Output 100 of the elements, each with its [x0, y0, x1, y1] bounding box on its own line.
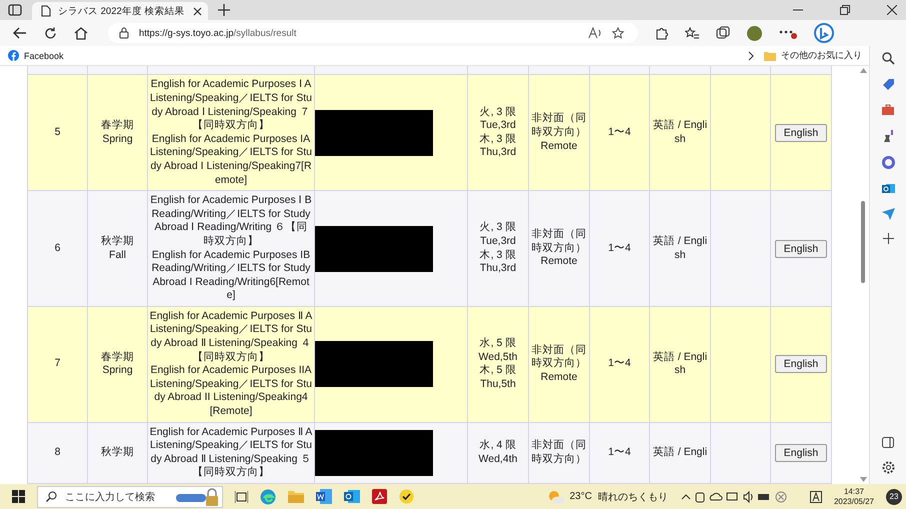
taskbar-search-field[interactable]: ここに入力して検索	[37, 486, 223, 508]
weather-text: 晴れのちくもり	[598, 490, 668, 504]
class-period: Wed,5th	[478, 350, 518, 364]
term-text: 春学期	[101, 350, 134, 364]
course-title: English for Academic Purposes Ⅱ A Listening/Speaking／IELTS for Study Abroad Ⅱ Listening/Speaking ４【同時双方向】	[149, 310, 313, 364]
english-button[interactable]: English	[774, 240, 828, 258]
year-range: 1〜4	[608, 357, 631, 372]
input-mode-icon[interactable]	[810, 490, 822, 502]
close-icon[interactable]	[887, 5, 897, 15]
search-icon[interactable]	[882, 52, 894, 65]
class-period: Wed,4th	[478, 452, 518, 466]
padlock-icon	[176, 488, 220, 506]
year-range: 1〜4	[608, 446, 631, 460]
outlook-icon[interactable]	[882, 182, 894, 195]
class-period: Thu,3rd	[480, 262, 516, 276]
row-number: 5	[54, 126, 60, 140]
row-number: 8	[54, 446, 60, 460]
checkmark-icon[interactable]	[399, 489, 414, 504]
sidebar-toggle-icon[interactable]	[882, 437, 894, 448]
globe-icon	[8, 50, 19, 61]
back-icon[interactable]	[13, 27, 27, 39]
scroll-down-icon[interactable]	[860, 477, 867, 482]
word-icon[interactable]	[316, 489, 332, 504]
assistant-icon[interactable]	[814, 23, 834, 43]
address-field[interactable]: https://g-sys.toyo.ac.jp/syllabus/result	[108, 23, 638, 43]
language-text: 英語 / English	[652, 234, 708, 262]
taskbar-clock[interactable]: 14:37 2023/05/27	[834, 486, 874, 506]
language-text: 英語 / Engli	[652, 446, 708, 460]
class-period: 木, 5 限	[480, 364, 516, 378]
class-mode-english: Remote	[540, 371, 578, 385]
acrobat-icon[interactable]	[372, 489, 387, 504]
course-title: English for Academic Purposes Ⅰ B Reading/Writing／IELTS for Study Abroad Ⅰ Reading/Writing ６【同時双方向】	[149, 194, 313, 248]
tab-actions-icon[interactable]	[8, 4, 22, 16]
read-aloud-icon[interactable]	[588, 27, 602, 39]
favorites-folder[interactable]: その他のお気に入り	[762, 47, 864, 64]
language-text: 英語 / English	[652, 350, 708, 378]
class-mode: 非対面（同時双方向）	[531, 439, 587, 466]
row-number: 7	[54, 357, 60, 372]
class-period: 水, 5 限	[480, 337, 516, 351]
language-text: 英語 / English	[652, 119, 708, 146]
class-period: Tue,3rd	[480, 234, 516, 248]
term-text: Spring	[102, 364, 133, 378]
send-icon[interactable]	[882, 208, 894, 220]
windows-icon[interactable]	[12, 490, 25, 503]
star-plus-icon[interactable]	[612, 26, 626, 40]
notification-button[interactable]: 23	[886, 488, 902, 504]
toolbox-icon[interactable]	[881, 104, 895, 116]
settings-icon[interactable]	[882, 461, 894, 474]
chevron-icon[interactable]	[748, 50, 754, 60]
favorites-icon[interactable]	[685, 26, 699, 40]
new-tab-icon[interactable]	[218, 4, 230, 16]
english-button[interactable]: English	[774, 355, 828, 374]
class-period: 木, 3 限	[480, 132, 516, 146]
class-period: Tue,3rd	[480, 119, 516, 133]
year-range: 1〜4	[608, 242, 631, 256]
outlook-icon[interactable]	[344, 489, 360, 504]
class-mode: 非対面（同時双方向）	[531, 344, 587, 372]
tag-icon[interactable]	[882, 78, 894, 91]
class-period: Thu,3rd	[480, 146, 516, 160]
class-period: 水, 4 限	[480, 439, 516, 453]
sun-cloud-icon	[548, 490, 564, 504]
term-text: 秋学期	[101, 234, 134, 248]
scrollbar-thumb[interactable]	[861, 201, 866, 283]
refresh-icon[interactable]	[44, 26, 57, 40]
class-mode-english: Remote	[540, 255, 578, 269]
home-icon[interactable]	[74, 26, 88, 40]
term-text: Spring	[102, 132, 133, 146]
class-period: 火, 3 限	[480, 106, 516, 120]
restore-icon[interactable]	[840, 5, 850, 15]
lock-icon	[119, 27, 129, 39]
close-icon[interactable]	[193, 6, 202, 16]
browser-tab[interactable]: シラバス 2022年度 検索結果	[32, 2, 208, 20]
course-title-english: English for Academic Purposes IIA Listening/Speaking／IELTS for Study Abroad II Listening/Speaking4[Remote]	[149, 364, 313, 419]
scroll-up-icon[interactable]	[860, 68, 867, 73]
term-text: Fall	[109, 248, 126, 262]
class-period: 木, 3 限	[480, 248, 516, 262]
puzzle-icon[interactable]	[655, 26, 668, 40]
course-title-english: English for Academic Purposes IB Reading/Writing／IELTS for Study Abroad I Reading/Writing6[Remote]	[150, 248, 312, 303]
class-mode-english: Remote	[540, 140, 578, 154]
add-icon[interactable]	[882, 233, 894, 244]
page-icon	[41, 5, 51, 17]
year-range: 1〜4	[608, 126, 631, 140]
course-title-english: English for Academic Purposes IA Listening/Speaking／IELTS for Study Abroad I Listening/Speaking7[Remote]	[149, 132, 313, 188]
class-period: Thu,5th	[480, 378, 516, 392]
collections-icon[interactable]	[716, 26, 730, 40]
class-period: 火, 3 限	[480, 221, 516, 235]
edge-icon[interactable]	[260, 488, 276, 504]
class-mode: 非対面（同時双方向）	[531, 112, 587, 140]
course-title: English for Academic Purposes Ⅰ A Listening/Speaking／IELTS for Study Abroad Ⅰ Listening/Speaking ７【同時双方向】	[149, 78, 313, 133]
temperature-text: 23°C	[570, 491, 592, 502]
english-button[interactable]: English	[774, 444, 828, 462]
english-button[interactable]: English	[774, 124, 828, 142]
task-view-icon[interactable]	[235, 490, 248, 502]
bookmark-link[interactable]: Facebook	[6, 48, 66, 63]
search-icon	[46, 491, 57, 502]
course-title: English for Academic Purposes Ⅱ A Listening/Speaking／IELTS for Study Abroad Ⅱ Listening/Speaking ５【同時双方向】	[149, 426, 313, 480]
row-number: 6	[54, 242, 60, 256]
term-text: 春学期	[101, 119, 134, 133]
profile-avatar[interactable]	[747, 26, 762, 40]
folder-icon	[764, 50, 776, 60]
